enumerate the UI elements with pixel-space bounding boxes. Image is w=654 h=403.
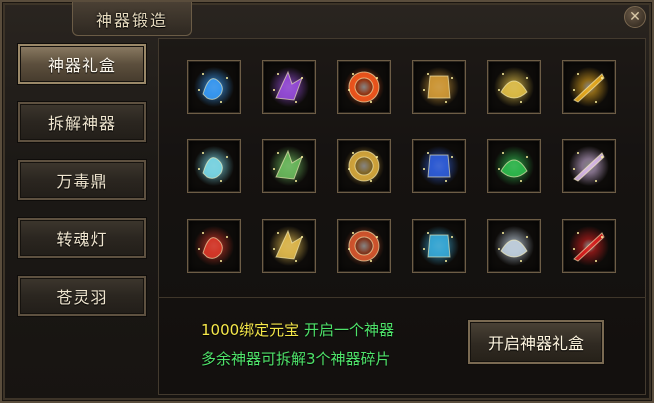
divider [158, 297, 646, 298]
artifact-slot[interactable] [337, 219, 391, 273]
blue-tassel-icon [419, 226, 459, 266]
sidebar-item-artifact-giftbox[interactable]: 神器礼盒 [18, 44, 146, 84]
artifact-slot[interactable] [562, 219, 616, 273]
open-giftbox-button[interactable]: 开启神器礼盒 [468, 320, 604, 364]
golden-crossbow-icon [344, 146, 384, 186]
artifact-slot[interactable] [412, 219, 466, 273]
artifact-slot[interactable] [337, 60, 391, 114]
blue-dragon-icon [194, 67, 234, 107]
ice-flame-icon [194, 146, 234, 186]
cost-amount: 1000绑定元宝 [201, 321, 300, 339]
close-icon[interactable]: ✕ [629, 9, 641, 25]
artifact-slot[interactable] [562, 139, 616, 193]
jade-relic-icon [269, 146, 309, 186]
artifact-slot[interactable] [412, 60, 466, 114]
artifact-slot[interactable] [487, 219, 541, 273]
blue-orb-icon [419, 146, 459, 186]
sidebar-item-spirit-feather[interactable]: 苍灵羽 [18, 276, 146, 316]
window-title: 神器锻造 [95, 10, 168, 30]
artifact-slot[interactable] [337, 139, 391, 193]
artifact-slot[interactable] [262, 219, 316, 273]
cost-info: 1000绑定元宝 开启一个神器 [201, 319, 394, 340]
green-orb-icon [494, 146, 534, 186]
artifact-slot[interactable] [187, 139, 241, 193]
silver-sword-icon [494, 226, 534, 266]
red-banner-icon [194, 226, 234, 266]
purple-wing-icon [269, 67, 309, 107]
artifact-slot[interactable] [187, 60, 241, 114]
sidebar-item-poison-cauldron[interactable]: 万毒鼎 [18, 160, 146, 200]
artifact-slot[interactable] [412, 139, 466, 193]
artifact-slot[interactable] [562, 60, 616, 114]
golden-ring-icon [569, 67, 609, 107]
artifact-slot[interactable] [262, 139, 316, 193]
golden-blade-icon [269, 226, 309, 266]
sidebar-item-soul-lamp[interactable]: 转魂灯 [18, 218, 146, 258]
crystal-flower-icon [569, 146, 609, 186]
dismantle-note: 多余神器可拆解3个神器碎片 [201, 350, 391, 368]
red-rune-orb-icon [569, 226, 609, 266]
cost-action: 开启一个神器 [303, 321, 394, 339]
title-tab: 神器锻造 [72, 2, 192, 36]
artifact-slot[interactable] [262, 60, 316, 114]
golden-beast-icon [419, 67, 459, 107]
close-button[interactable]: ✕ [624, 6, 646, 28]
sidebar: 神器礼盒 拆解神器 万毒鼎 转魂灯 苍灵羽 [12, 38, 154, 328]
artifact-slot[interactable] [487, 139, 541, 193]
sidebar-item-dismantle[interactable]: 拆解神器 [18, 102, 146, 142]
fire-ring-icon [344, 67, 384, 107]
golden-scroll-icon [494, 67, 534, 107]
artifact-slot[interactable] [487, 60, 541, 114]
flame-tower-icon [344, 226, 384, 266]
artifact-slot[interactable] [187, 219, 241, 273]
